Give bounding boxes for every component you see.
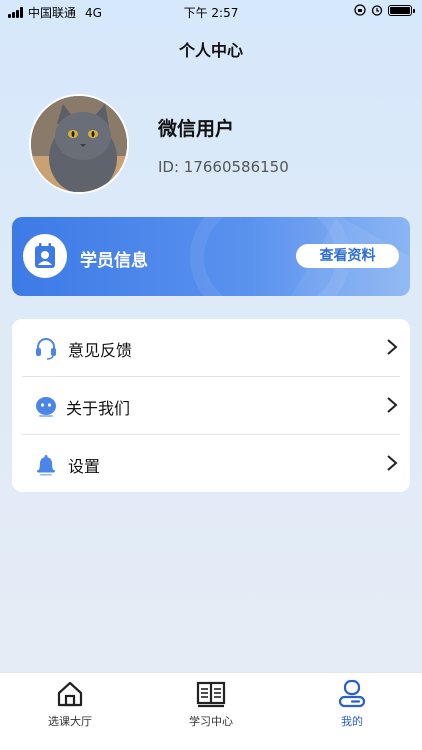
menu-label: 意见反馈 — [68, 341, 133, 360]
bell-icon — [37, 455, 55, 476]
menu-item-settings[interactable]: 设置 — [12, 435, 410, 492]
chevron-right-icon — [387, 339, 398, 355]
user-id: ID: 17660586150 — [158, 158, 289, 176]
tab-mine[interactable]: 我的 — [302, 679, 402, 729]
view-profile-button[interactable]: 查看资料 — [296, 244, 399, 268]
status-bar: 中国联通 4G 下午 2:57 — [0, 0, 422, 22]
chevron-right-icon — [387, 397, 398, 413]
status-right — [354, 4, 415, 16]
settings-menu: 意见反馈 关于我们 设置 — [12, 319, 410, 492]
tab-study-center[interactable]: 学习中心 — [161, 679, 261, 729]
tab-label: 我的 — [341, 715, 363, 728]
tab-course-hall[interactable]: 选课大厅 — [20, 679, 120, 729]
headset-icon — [36, 338, 56, 360]
cat-photo-icon — [31, 96, 127, 192]
student-info-title: 学员信息 — [80, 251, 148, 271]
tab-label: 学习中心 — [189, 715, 233, 728]
contact-card-icon — [23, 234, 67, 278]
user-name: 微信用户 — [158, 118, 235, 140]
avatar[interactable] — [29, 94, 129, 194]
student-info-card[interactable]: 学员信息 查看资料 — [12, 217, 410, 296]
rotation-lock-icon — [354, 4, 366, 16]
page-title: 个人中心 — [178, 41, 243, 60]
menu-label: 设置 — [68, 457, 101, 476]
battery-icon — [388, 4, 415, 16]
alarm-icon — [371, 5, 383, 16]
book-icon — [196, 681, 226, 708]
robot-face-icon — [36, 397, 56, 417]
tab-label: 选课大厅 — [48, 715, 92, 728]
chevron-right-icon — [387, 455, 398, 471]
profile-icon — [338, 679, 366, 708]
menu-label: 关于我们 — [66, 399, 131, 418]
menu-item-about[interactable]: 关于我们 — [12, 377, 410, 434]
menu-item-feedback[interactable]: 意见反馈 — [12, 319, 410, 376]
tab-bar: 选课大厅 学习中心 我的 — [0, 672, 422, 750]
house-icon — [57, 681, 83, 707]
